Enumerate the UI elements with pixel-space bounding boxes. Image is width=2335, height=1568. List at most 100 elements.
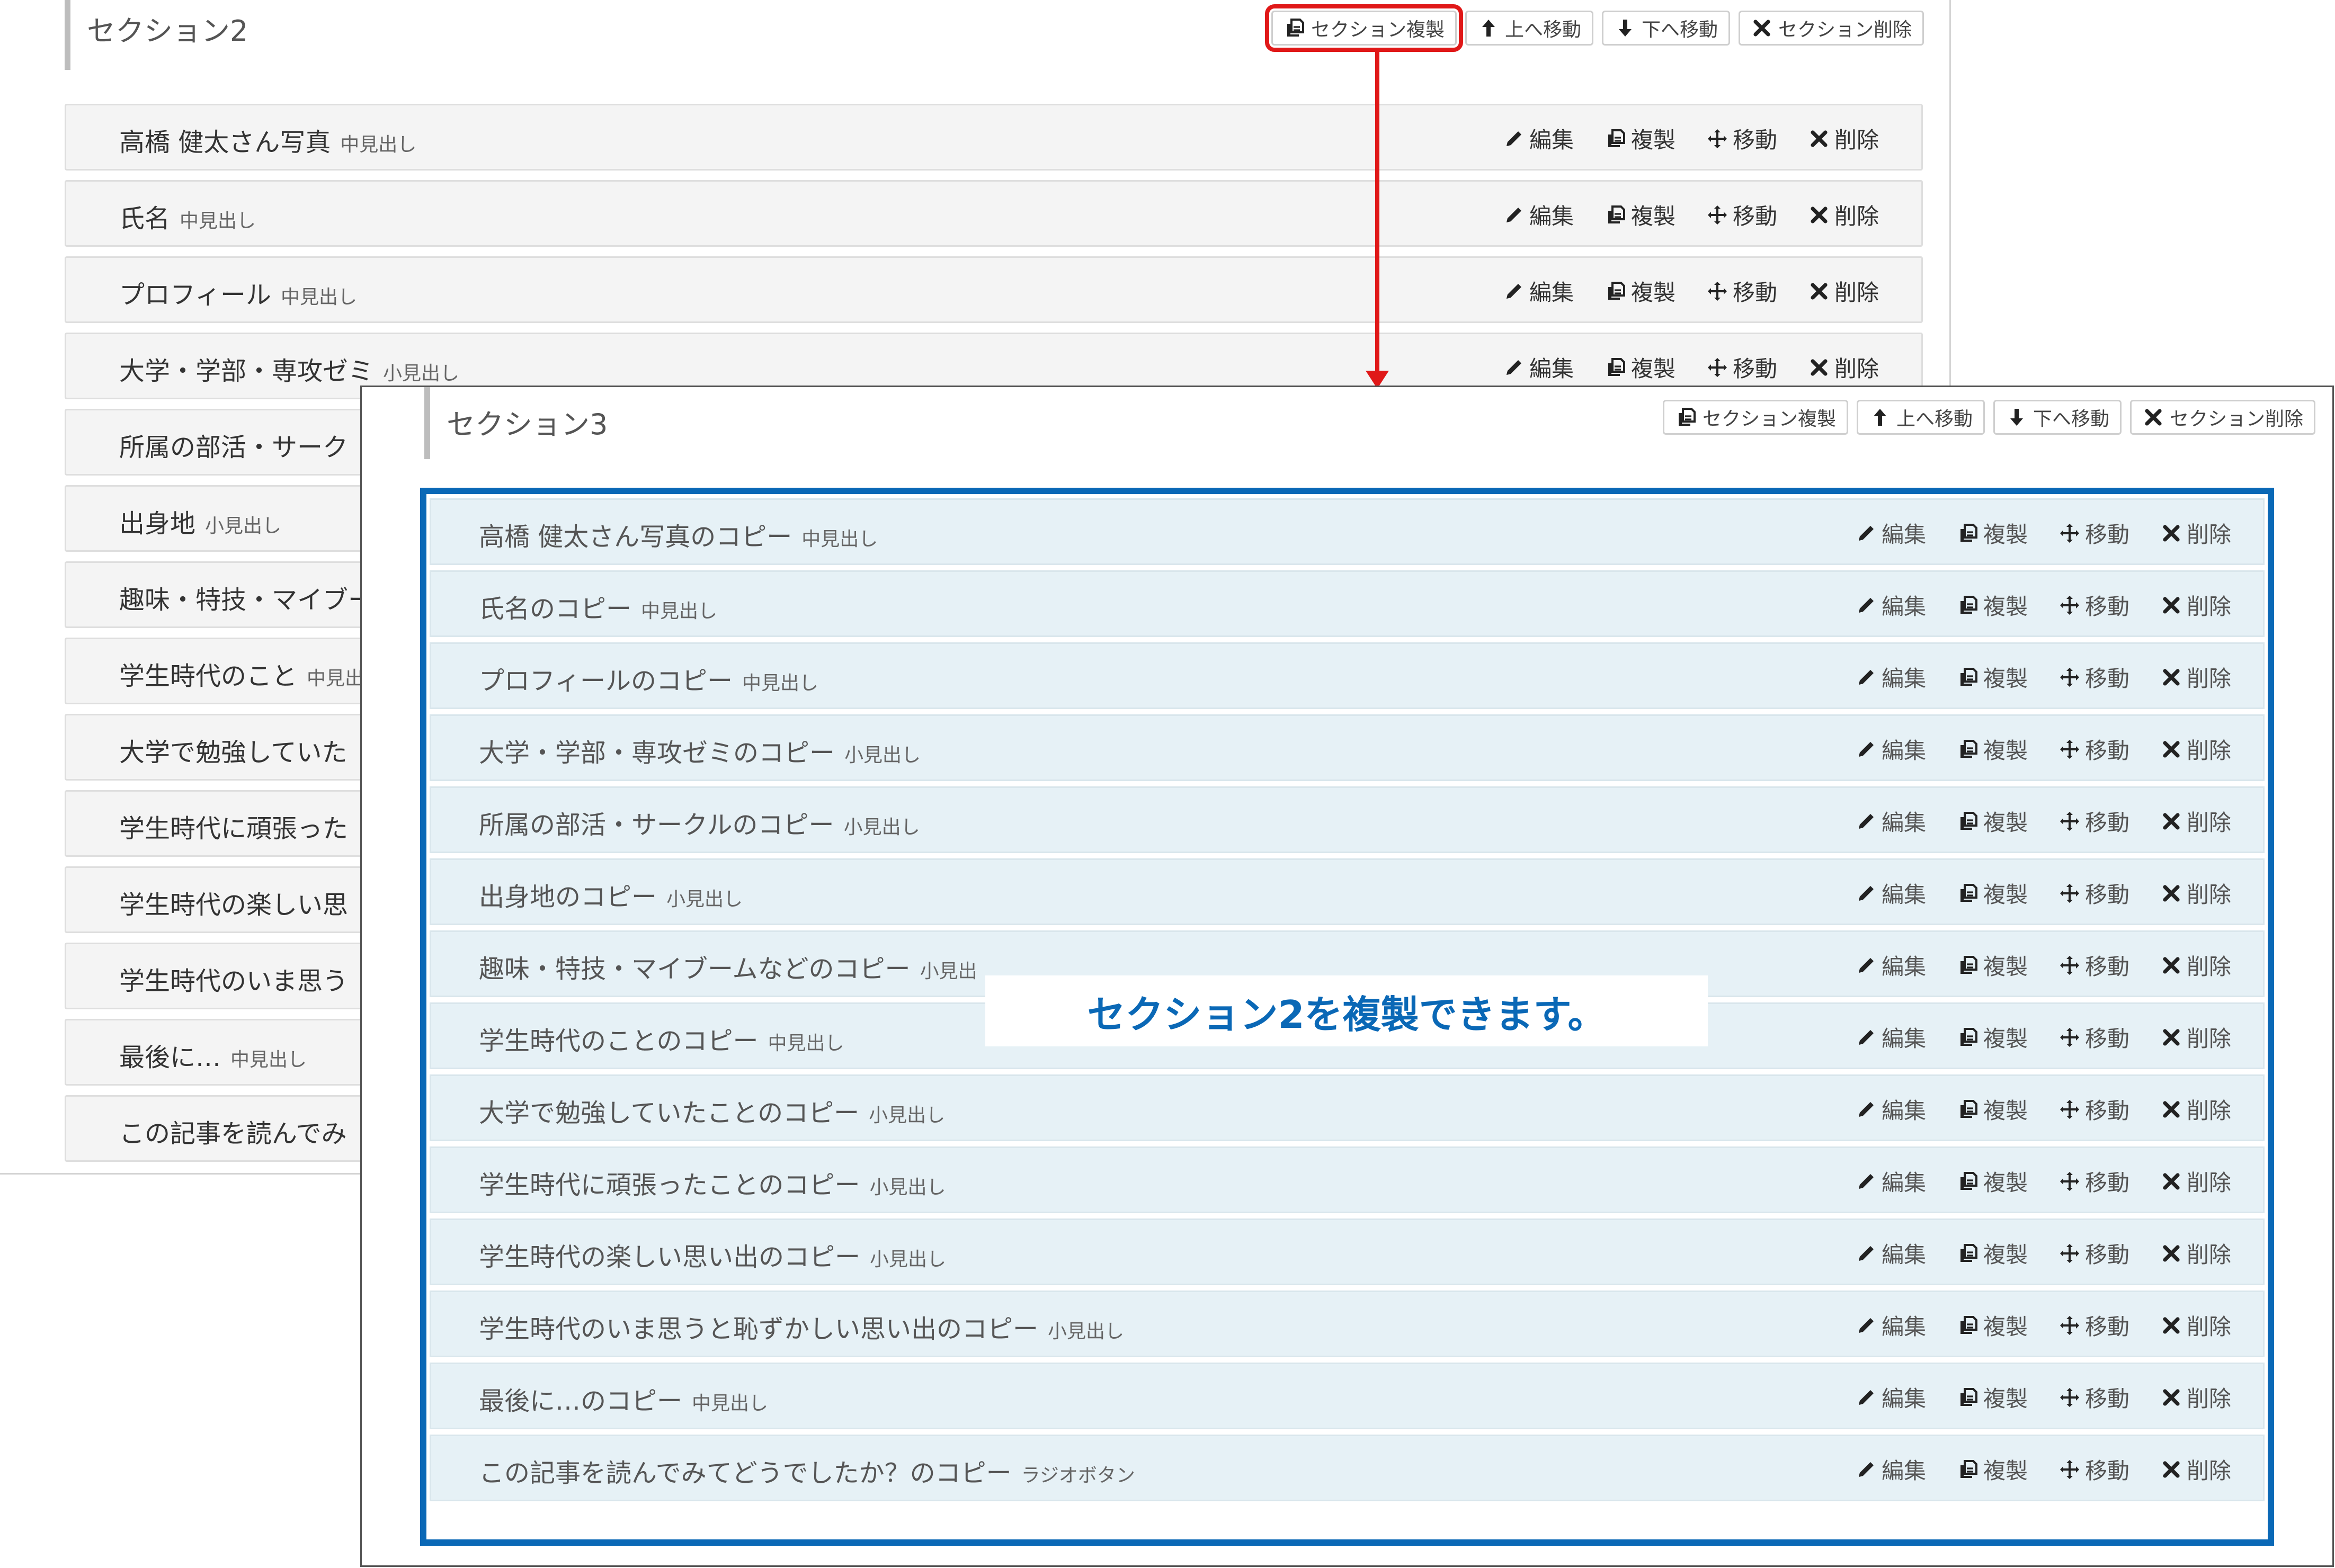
list-item[interactable]: プロフィールのコピー 中見出し 編集 複製 移動 削除 bbox=[430, 642, 2265, 709]
delete-button[interactable]: 削除 bbox=[1808, 351, 1879, 383]
move-button[interactable]: 移動 bbox=[2058, 877, 2129, 909]
edit-button[interactable]: 編集 bbox=[1855, 949, 1926, 981]
delete-button[interactable]: 削除 bbox=[1808, 275, 1879, 307]
delete-button[interactable]: 削除 bbox=[2160, 589, 2231, 621]
move-up-button[interactable]: 上へ移動 bbox=[1856, 400, 1985, 435]
duplicate-button[interactable]: 複製 bbox=[1605, 351, 1676, 383]
edit-button[interactable]: 編集 bbox=[1855, 1309, 1926, 1341]
move-up-button[interactable]: 上へ移動 bbox=[1465, 11, 1593, 46]
move-button[interactable]: 移動 bbox=[2058, 589, 2129, 621]
edit-button[interactable]: 編集 bbox=[1855, 805, 1926, 837]
delete-button[interactable]: 削除 bbox=[2160, 517, 2231, 549]
edit-button[interactable]: 編集 bbox=[1855, 1453, 1926, 1485]
edit-button[interactable]: 編集 bbox=[1855, 1165, 1926, 1197]
edit-button[interactable]: 編集 bbox=[1503, 275, 1574, 307]
duplicate-button[interactable]: 複製 bbox=[1957, 1093, 2028, 1125]
list-item[interactable]: 所属の部活・サークルのコピー 小見出し 編集 複製 移動 削除 bbox=[430, 786, 2265, 853]
move-button[interactable]: 移動 bbox=[2058, 733, 2129, 765]
list-item[interactable]: この記事を読んでみてどうでしたか？のコピー ラジオボタン 編集 複製 移動 削除 bbox=[430, 1435, 2265, 1501]
delete-button[interactable]: 削除 bbox=[2160, 733, 2231, 765]
edit-button[interactable]: 編集 bbox=[1503, 122, 1574, 155]
delete-button[interactable]: 削除 bbox=[1808, 122, 1879, 155]
list-item[interactable]: 大学・学部・専攻ゼミのコピー 小見出し 編集 複製 移動 削除 bbox=[430, 714, 2265, 781]
list-item[interactable]: 出身地のコピー 小見出し 編集 複製 移動 削除 bbox=[430, 858, 2265, 925]
list-item[interactable]: 学生時代に頑張ったことのコピー 小見出し 編集 複製 移動 削除 bbox=[430, 1146, 2265, 1213]
duplicate-button[interactable]: 複製 bbox=[1957, 1021, 2028, 1053]
move-down-button[interactable]: 下へ移動 bbox=[1601, 11, 1730, 46]
duplicate-button[interactable]: 複製 bbox=[1957, 589, 2028, 621]
move-button[interactable]: 移動 bbox=[2058, 1381, 2129, 1413]
duplicate-button[interactable]: 複製 bbox=[1957, 661, 2028, 693]
edit-button[interactable]: 編集 bbox=[1503, 351, 1574, 383]
section-delete-button[interactable]: セクション削除 bbox=[2129, 400, 2315, 435]
list-item[interactable]: 高橋 健太さん写真のコピー 中見出し 編集 複製 移動 削除 bbox=[430, 498, 2265, 565]
duplicate-button[interactable]: 複製 bbox=[1957, 877, 2028, 909]
list-item[interactable]: 氏名のコピー 中見出し 編集 複製 移動 削除 bbox=[430, 570, 2265, 637]
duplicate-button[interactable]: 複製 bbox=[1605, 275, 1676, 307]
move-down-button[interactable]: 下へ移動 bbox=[1993, 400, 2122, 435]
move-button[interactable]: 移動 bbox=[2058, 1093, 2129, 1125]
row-actions: 編集 複製 移動 削除 bbox=[1503, 275, 1879, 307]
delete-button[interactable]: 削除 bbox=[2160, 1021, 2231, 1053]
item-title: この記事を読んでみてどうでしたか？のコピー ラジオボタン bbox=[479, 1452, 1135, 1489]
list-item[interactable]: 高橋 健太さん写真 中見出し 編集 複製 移動 削除 bbox=[65, 104, 1923, 171]
edit-button[interactable]: 編集 bbox=[1855, 1381, 1926, 1413]
duplicate-button[interactable]: 複製 bbox=[1957, 949, 2028, 981]
duplicate-button[interactable]: 複製 bbox=[1957, 1381, 2028, 1413]
list-item[interactable]: 学生時代の楽しい思い出のコピー 小見出し 編集 複製 移動 削除 bbox=[430, 1218, 2265, 1285]
copy-icon bbox=[1957, 1314, 1979, 1337]
delete-button[interactable]: 削除 bbox=[1808, 199, 1879, 231]
delete-button[interactable]: 削除 bbox=[2160, 661, 2231, 693]
move-button[interactable]: 移動 bbox=[2058, 1237, 2129, 1269]
duplicate-button[interactable]: 複製 bbox=[1605, 122, 1676, 155]
move-button[interactable]: 移動 bbox=[1706, 275, 1777, 307]
delete-button[interactable]: 削除 bbox=[2160, 1381, 2231, 1413]
section-delete-button[interactable]: セクション削除 bbox=[1738, 11, 1924, 46]
move-button[interactable]: 移動 bbox=[1706, 351, 1777, 383]
list-item[interactable]: プロフィール 中見出し 編集 複製 移動 削除 bbox=[65, 256, 1923, 323]
duplicate-button[interactable]: 複製 bbox=[1957, 1309, 2028, 1341]
list-item[interactable]: 最後に…のコピー 中見出し 編集 複製 移動 削除 bbox=[430, 1363, 2265, 1429]
list-item[interactable]: 大学で勉強していたことのコピー 小見出し 編集 複製 移動 削除 bbox=[430, 1074, 2265, 1141]
section-duplicate-button[interactable]: セクション複製 bbox=[1662, 400, 1848, 435]
edit-button[interactable]: 編集 bbox=[1855, 517, 1926, 549]
delete-button[interactable]: 削除 bbox=[2160, 1237, 2231, 1269]
edit-button[interactable]: 編集 bbox=[1855, 589, 1926, 621]
edit-button[interactable]: 編集 bbox=[1503, 199, 1574, 231]
list-item[interactable]: 氏名 中見出し 編集 複製 移動 削除 bbox=[65, 180, 1923, 247]
delete-button[interactable]: 削除 bbox=[2160, 1093, 2231, 1125]
edit-button[interactable]: 編集 bbox=[1855, 1093, 1926, 1125]
edit-button[interactable]: 編集 bbox=[1855, 661, 1926, 693]
duplicate-button[interactable]: 複製 bbox=[1957, 733, 2028, 765]
move-button[interactable]: 移動 bbox=[2058, 661, 2129, 693]
delete-button[interactable]: 削除 bbox=[2160, 1165, 2231, 1197]
move-button[interactable]: 移動 bbox=[1706, 122, 1777, 155]
move-button[interactable]: 移動 bbox=[2058, 517, 2129, 549]
delete-button[interactable]: 削除 bbox=[2160, 805, 2231, 837]
edit-button[interactable]: 編集 bbox=[1855, 1021, 1926, 1053]
duplicate-button[interactable]: 複製 bbox=[1957, 1165, 2028, 1197]
move-button[interactable]: 移動 bbox=[2058, 1165, 2129, 1197]
delete-button[interactable]: 削除 bbox=[2160, 1453, 2231, 1485]
move-button[interactable]: 移動 bbox=[2058, 805, 2129, 837]
edit-button[interactable]: 編集 bbox=[1855, 733, 1926, 765]
duplicate-button[interactable]: 複製 bbox=[1605, 199, 1676, 231]
section-duplicate-button[interactable]: セクション複製 bbox=[1264, 4, 1463, 52]
move-button[interactable]: 移動 bbox=[2058, 1309, 2129, 1341]
move-button[interactable]: 移動 bbox=[2058, 1021, 2129, 1053]
edit-button[interactable]: 編集 bbox=[1855, 877, 1926, 909]
move-icon bbox=[2058, 810, 2081, 832]
heading-type-tag: 小見出し bbox=[869, 1177, 946, 1198]
delete-button[interactable]: 削除 bbox=[2160, 949, 2231, 981]
list-item[interactable]: 学生時代のいま思うと恥ずかしい思い出のコピー 小見出し 編集 複製 移動 削除 bbox=[430, 1291, 2265, 1357]
move-button[interactable]: 移動 bbox=[1706, 199, 1777, 231]
delete-button[interactable]: 削除 bbox=[2160, 877, 2231, 909]
duplicate-button[interactable]: 複製 bbox=[1957, 517, 2028, 549]
duplicate-button[interactable]: 複製 bbox=[1957, 805, 2028, 837]
duplicate-button[interactable]: 複製 bbox=[1957, 1237, 2028, 1269]
delete-button[interactable]: 削除 bbox=[2160, 1309, 2231, 1341]
duplicate-button[interactable]: 複製 bbox=[1957, 1453, 2028, 1485]
move-button[interactable]: 移動 bbox=[2058, 1453, 2129, 1485]
edit-button[interactable]: 編集 bbox=[1855, 1237, 1926, 1269]
move-button[interactable]: 移動 bbox=[2058, 949, 2129, 981]
